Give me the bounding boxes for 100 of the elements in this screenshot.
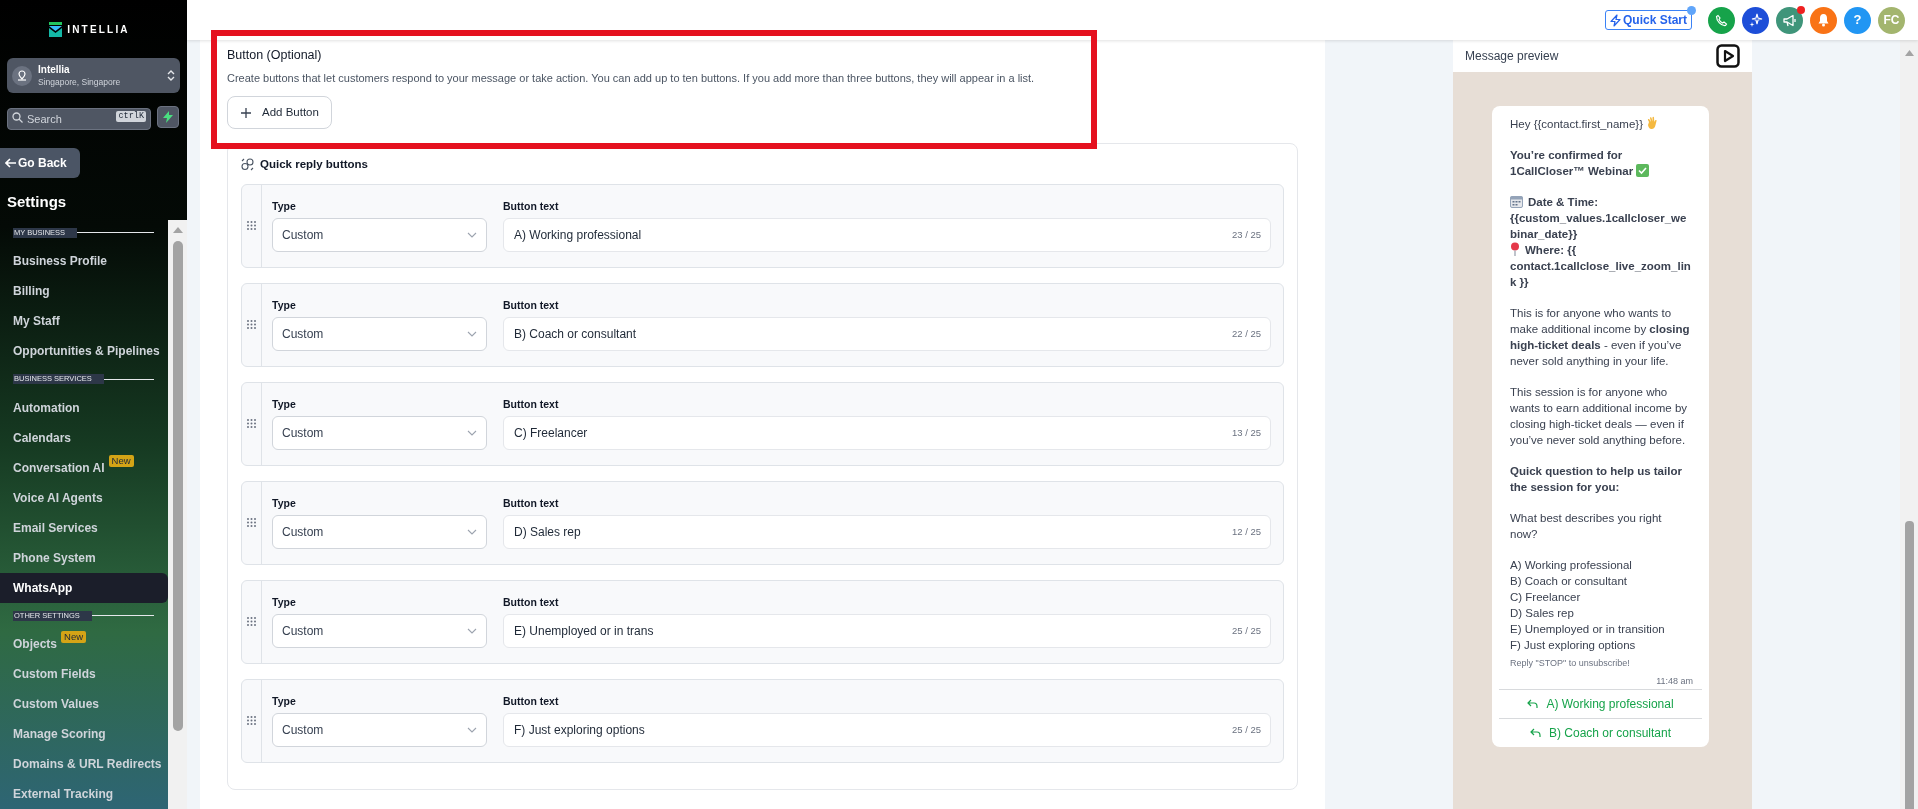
character-count: 12 / 25 (1231, 526, 1261, 539)
sidebar-item[interactable]: Custom Fields (0, 659, 168, 689)
logo-icon (49, 21, 63, 37)
new-badge: New (108, 454, 134, 467)
link-icon (241, 158, 254, 172)
sidebar-item[interactable]: Business Profile (0, 246, 168, 276)
map-pin-icon (1510, 242, 1520, 256)
type-select[interactable]: Custom (272, 713, 487, 748)
drag-handle-icon[interactable] (247, 617, 256, 626)
field-label: Button text (503, 396, 560, 412)
preview-title: Message preview (1465, 48, 1559, 65)
field-label: Type (272, 594, 297, 610)
chevron-down-icon (467, 529, 477, 536)
scroll-thumb[interactable] (1904, 521, 1914, 809)
account-name: Intellia (38, 63, 71, 76)
sidebar-item[interactable]: Email Services (0, 512, 168, 543)
character-count: 23 / 25 (1231, 229, 1261, 242)
unsubscribe-note: Reply "STOP" to unsubscribe! (1509, 657, 1631, 670)
reply-icon (1529, 727, 1541, 738)
sidebar-item[interactable]: Conversation AI New (0, 452, 168, 483)
field-label: Button text (503, 297, 560, 313)
drag-handle-icon[interactable] (247, 221, 256, 230)
field-label: Type (272, 396, 297, 412)
lightning-icon (1609, 13, 1621, 27)
sidebar-item[interactable]: Automation (0, 392, 168, 423)
message-text: E) Unemployed or in transition (1510, 622, 1666, 637)
sidebar-item[interactable]: Opportunities & Pipelines (0, 336, 168, 366)
character-count: 25 / 25 (1231, 625, 1261, 638)
message-text: Quick question to help us tailor the session for you: (1510, 464, 1683, 495)
lightning-button[interactable] (157, 106, 179, 128)
message-text: C) Freelancer (1510, 590, 1582, 605)
section-title: Button (Optional) (227, 47, 323, 64)
logo-text: INTELLIA (67, 22, 130, 37)
sidebar-item[interactable]: WhatsApp (0, 572, 168, 603)
shortcut-key: ctrlK (116, 111, 146, 122)
sidebar-item[interactable]: Phone System (0, 542, 168, 573)
waving-hand-icon (1645, 116, 1659, 130)
type-select[interactable]: Custom (272, 515, 487, 550)
field-label: Button text (503, 594, 560, 610)
field-label: Button text (503, 495, 560, 511)
phone-icon (1715, 13, 1728, 27)
section-description: Create buttons that let customers respond to your message or take action. You can add up to ten buttons. If you add more than three buttons, they will appear in a list. (227, 70, 1036, 86)
sparkle-button[interactable] (1742, 6, 1769, 34)
check-mark-icon (1636, 164, 1650, 177)
drag-handle-icon[interactable] (247, 716, 256, 725)
sidebar-item[interactable]: Custom Values (0, 689, 168, 719)
sidebar-item[interactable]: Objects New (0, 629, 168, 659)
drag-handle-icon[interactable] (247, 518, 256, 527)
sidebar-item[interactable]: Voice AI Agents (0, 482, 168, 513)
card-title: Quick reply buttons (260, 157, 368, 173)
message-time: 11:48 am (1656, 675, 1693, 686)
scroll-thumb[interactable] (172, 240, 183, 731)
drag-handle-icon[interactable] (247, 320, 256, 329)
sidebar-item[interactable]: Domains & URL Redirects (0, 749, 168, 779)
message-text: A) Working professional (1510, 558, 1633, 573)
plus-icon (240, 106, 252, 119)
megaphone-button[interactable] (1776, 6, 1803, 34)
arrow-left-icon (5, 158, 16, 168)
sidebar-item[interactable]: Manage Scoring (0, 719, 168, 749)
new-badge: New (61, 631, 87, 643)
notifications-button[interactable] (1810, 6, 1837, 34)
sidebar-item[interactable]: Billing (0, 276, 168, 306)
back-button[interactable]: Go Back (0, 148, 80, 178)
type-select[interactable]: Custom (272, 317, 487, 352)
message-text: Hey {{contact.first_name}} (1510, 116, 1691, 132)
sparkle-icon (1748, 13, 1763, 27)
message-text: D) Sales rep (1510, 606, 1575, 621)
field-label: Type (272, 198, 297, 214)
character-count: 25 / 25 (1231, 724, 1261, 737)
drag-handle-icon[interactable] (247, 419, 256, 428)
chevron-down-icon (467, 232, 477, 239)
account-switcher[interactable]: Intellia Singapore, Singapore (7, 58, 180, 93)
scroll-up-icon[interactable] (172, 226, 183, 233)
play-icon[interactable] (1716, 44, 1740, 68)
message-text: Where: {{ contact.1callclose_live_zoom_link }} (1510, 242, 1691, 290)
field-label: Type (272, 693, 297, 709)
add-button[interactable]: Add Button (227, 96, 332, 130)
scroll-up-icon[interactable] (1904, 50, 1914, 56)
phone-button[interactable] (1708, 6, 1735, 34)
message-text: This session is for anyone who wants to earn additional income by closing high-ticket deals — even if you’ve never sold anything before. (1510, 385, 1689, 448)
chevron-down-icon (467, 331, 477, 338)
character-count: 13 / 25 (1231, 427, 1261, 440)
type-select[interactable]: Custom (272, 416, 487, 451)
location-icon (12, 65, 32, 86)
character-count: 22 / 25 (1231, 328, 1261, 341)
sidebar-item[interactable]: Calendars (0, 422, 168, 453)
sidebar-item[interactable]: My Staff (0, 306, 168, 336)
calendar-icon (1510, 195, 1523, 208)
field-label: Type (272, 495, 297, 511)
message-text: F) Just exploring options (1510, 638, 1637, 653)
field-label: Button text (503, 693, 560, 709)
chevron-down-icon (467, 727, 477, 734)
type-select[interactable]: Custom (272, 614, 487, 649)
type-select[interactable]: Custom (272, 218, 487, 253)
message-text: What best describes you right now? (1510, 511, 1663, 542)
scrollbar[interactable] (1900, 40, 1918, 809)
scrollbar[interactable] (168, 219, 187, 809)
search-icon (12, 111, 23, 123)
field-label: Type (272, 297, 297, 313)
sidebar-item[interactable]: External Tracking (0, 779, 168, 809)
